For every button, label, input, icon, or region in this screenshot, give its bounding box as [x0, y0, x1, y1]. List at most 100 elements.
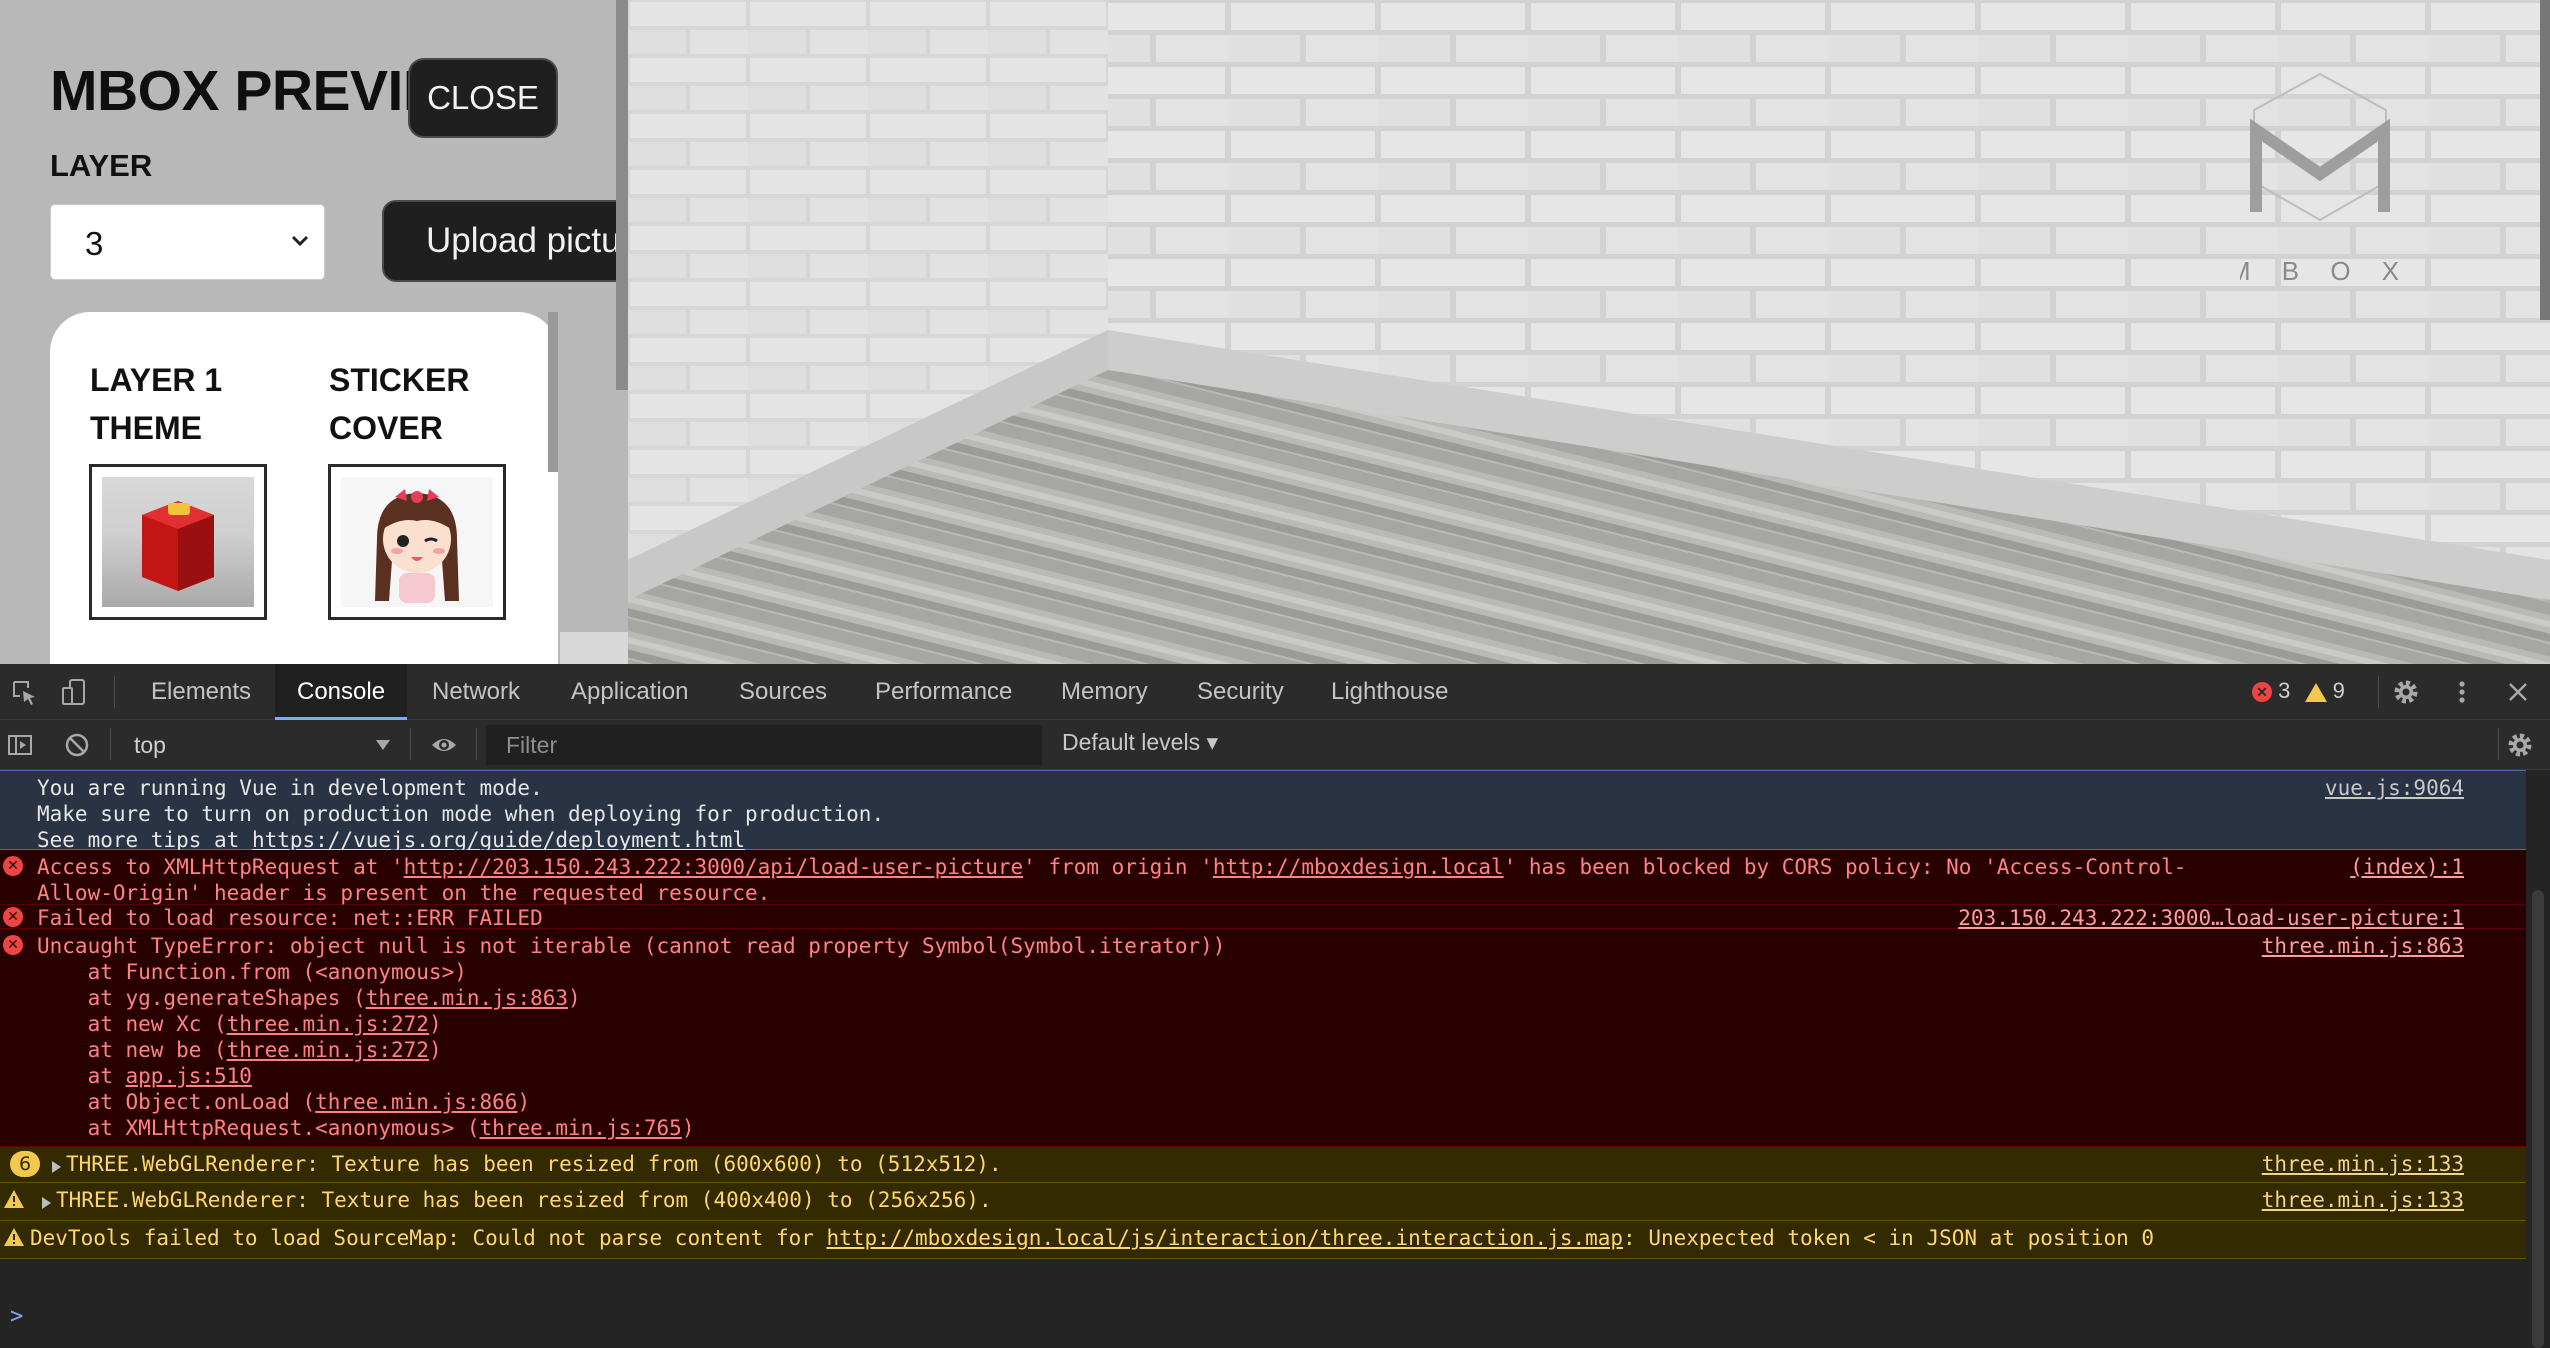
console-message-warning: THREE.WebGLRenderer: Texture has been re… — [0, 1183, 2526, 1221]
upload-picture-button[interactable]: Upload pictur — [382, 200, 628, 282]
console-scrollbar[interactable] — [2526, 770, 2550, 1348]
error-icon: ✕ — [3, 856, 23, 876]
log-levels-dropdown[interactable]: Default levels ▾ — [1062, 729, 1218, 756]
devtools-panel: Elements Console Network Application Sou… — [0, 664, 2550, 1348]
device-toolbar-icon[interactable] — [60, 678, 88, 706]
page-scrollbar[interactable] — [2540, 0, 2550, 320]
warning-icon — [4, 1190, 24, 1208]
close-button[interactable]: CLOSE — [408, 58, 558, 138]
layer-select[interactable]: 3 — [50, 204, 325, 280]
expand-triangle-icon[interactable] — [52, 1161, 61, 1173]
vue-deployment-link[interactable]: https://vuejs.org/guide/deployment.html — [252, 828, 745, 852]
error-icon: ✕ — [2252, 682, 2272, 703]
console-message-info: You are running Vue in development mode.… — [0, 770, 2526, 852]
tab-sources[interactable]: Sources — [724, 664, 842, 719]
message-text: THREE.WebGLRenderer: Texture has been re… — [66, 1152, 1002, 1176]
mbox-logo: M B O X — [2240, 72, 2400, 286]
console-message-warning: 6 THREE.WebGLRenderer: Texture has been … — [0, 1147, 2526, 1183]
tab-performance[interactable]: Performance — [860, 664, 1027, 719]
layer-label: LAYER — [50, 148, 153, 183]
message-text: Access to XMLHttpRequest at 'http://203.… — [37, 855, 2187, 905]
tab-memory[interactable]: Memory — [1046, 664, 1163, 719]
console-messages: You are running Vue in development mode.… — [0, 770, 2550, 1348]
error-count: 3 — [2278, 678, 2291, 703]
error-icon: ✕ — [3, 907, 23, 927]
card-scrollbar[interactable] — [548, 312, 558, 472]
devtools-tabbar: Elements Console Network Application Sou… — [0, 664, 2550, 720]
card-title-sticker-cover: STICKER COVER — [329, 362, 470, 446]
request-url-link[interactable]: http://203.150.243.222:3000/api/load-use… — [404, 855, 1024, 879]
page-title: MBOX PREVIE — [50, 59, 441, 123]
sticker-image — [341, 477, 493, 607]
console-toolbar: top Default levels ▾ — [0, 720, 2550, 770]
tab-application[interactable]: Application — [556, 664, 703, 719]
repeat-count-badge: 6 — [10, 1151, 40, 1177]
console-scrollbar-thumb[interactable] — [2532, 890, 2544, 1348]
message-source-link[interactable]: (index):1 — [2350, 854, 2464, 880]
live-expression-eye-icon[interactable] — [430, 731, 458, 759]
caret-down-icon — [376, 740, 390, 750]
message-source-link[interactable]: vue.js:9064 — [2325, 775, 2464, 801]
origin-link[interactable]: http://mboxdesign.local — [1213, 855, 1504, 879]
tab-network[interactable]: Network — [420, 664, 532, 719]
warning-count: 9 — [2332, 678, 2345, 703]
layer-select-value: 3 — [85, 225, 104, 262]
tab-elements[interactable]: Elements — [136, 664, 266, 719]
stack-frame-link[interactable]: three.min.js:765 — [480, 1116, 682, 1140]
inspect-element-icon[interactable] — [10, 678, 38, 706]
console-settings-gear-icon[interactable] — [2506, 731, 2534, 759]
girl-sticker-icon — [375, 489, 459, 603]
stack-frame-link[interactable]: three.min.js:272 — [227, 1012, 429, 1036]
console-message-error: ✕ Uncaught TypeError: object null is not… — [0, 929, 2526, 1147]
divider — [410, 728, 411, 760]
console-message-warning: DevTools failed to load SourceMap: Could… — [0, 1221, 2526, 1259]
sourcemap-link[interactable]: http://mboxdesign.local/js/interaction/t… — [827, 1226, 1624, 1250]
console-message-error: ✕ Failed to load resource: net::ERR_FAIL… — [0, 905, 2526, 931]
context-value: top — [134, 732, 166, 758]
message-source-link[interactable]: 203.150.243.222:3000…load-user-picture:1 — [1958, 905, 2464, 931]
message-text: DevTools failed to load SourceMap: Could… — [30, 1226, 2155, 1250]
chevron-down-icon — [291, 235, 309, 247]
warning-icon — [4, 1228, 24, 1246]
red-box-icon — [142, 501, 214, 591]
settings-gear-icon[interactable] — [2392, 678, 2420, 706]
divider — [2498, 728, 2499, 760]
message-text: Failed to load resource: net::ERR_FAILED — [37, 906, 543, 930]
close-devtools-icon[interactable] — [2504, 678, 2532, 706]
theme-image — [102, 477, 254, 607]
expand-triangle-icon[interactable] — [42, 1197, 51, 1209]
stack-frame-link[interactable]: three.min.js:866 — [315, 1090, 517, 1114]
error-count-badge[interactable]: ✕ 3 9 — [2252, 677, 2345, 705]
stack-frame-link[interactable]: three.min.js:863 — [366, 986, 568, 1010]
app-viewport: MBOX PREVIE CLOSE LAYER 3 Upload pictur … — [0, 0, 2550, 664]
context-select[interactable]: top — [120, 728, 400, 762]
theme-thumbnail[interactable] — [89, 464, 267, 620]
card-title-layer-theme: LAYER 1 THEME — [90, 362, 223, 446]
console-prompt[interactable]: > — [10, 1304, 23, 1329]
message-source-link[interactable]: three.min.js:133 — [2262, 1151, 2464, 1177]
warning-icon — [2304, 682, 2327, 702]
divider — [2378, 676, 2379, 708]
message-text: You are running Vue in development mode.… — [37, 776, 885, 852]
sidebar-toggle-icon[interactable] — [6, 731, 34, 759]
clear-console-icon[interactable] — [63, 731, 91, 759]
tab-security[interactable]: Security — [1182, 664, 1299, 719]
preview-side-panel: MBOX PREVIE CLOSE LAYER 3 Upload pictur … — [0, 0, 628, 664]
message-text: Uncaught TypeError: object null is not i… — [37, 934, 1226, 1140]
divider — [476, 728, 477, 760]
more-options-icon[interactable] — [2448, 678, 2476, 706]
sticker-thumbnail[interactable] — [328, 464, 506, 620]
stack-frame-link[interactable]: three.min.js:272 — [227, 1038, 429, 1062]
tab-console[interactable]: Console — [275, 664, 408, 720]
divider — [110, 728, 111, 760]
stack-frame-link[interactable]: app.js:510 — [126, 1064, 252, 1088]
message-source-link[interactable]: three.min.js:133 — [2262, 1187, 2464, 1213]
error-icon: ✕ — [3, 935, 23, 955]
panel-scrollbar-track — [560, 632, 628, 664]
message-source-link[interactable]: three.min.js:863 — [2262, 933, 2464, 959]
tab-lighthouse[interactable]: Lighthouse — [1316, 664, 1463, 719]
panel-scrollbar[interactable] — [616, 0, 628, 390]
logo-text: M B O X — [2240, 256, 2400, 286]
console-filter-input[interactable] — [486, 725, 1042, 765]
console-message-error: ✕ Access to XMLHttpRequest at 'http://20… — [0, 850, 2526, 905]
